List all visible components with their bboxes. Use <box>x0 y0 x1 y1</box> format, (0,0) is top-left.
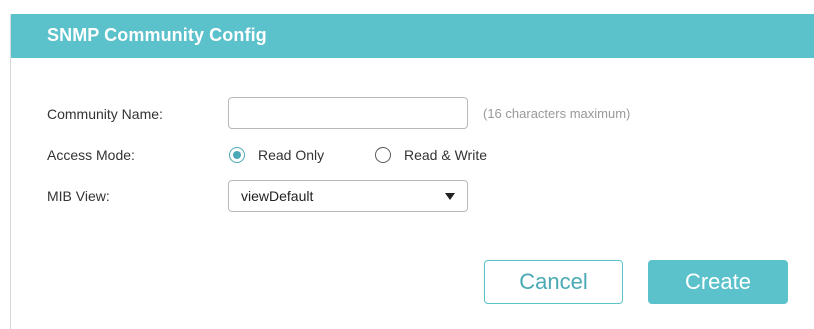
radio-dot-icon <box>233 151 241 159</box>
dialog-header: SNMP Community Config <box>11 14 814 58</box>
read-only-radio[interactable]: Read Only <box>229 145 324 165</box>
community-name-input[interactable] <box>228 97 468 129</box>
mib-view-label: MIB View: <box>47 188 110 204</box>
snmp-community-dialog: SNMP Community Config Community Name: (1… <box>10 14 814 329</box>
community-name-label: Community Name: <box>47 106 163 122</box>
mib-view-select[interactable]: viewDefault <box>228 180 468 212</box>
access-mode-label: Access Mode: <box>47 147 135 163</box>
community-name-hint: (16 characters maximum) <box>483 106 631 121</box>
read-write-label: Read & Write <box>404 147 487 163</box>
read-write-radio[interactable]: Read & Write <box>375 145 487 165</box>
read-only-label: Read Only <box>258 147 325 163</box>
mib-view-value: viewDefault <box>241 188 314 204</box>
cancel-button[interactable]: Cancel <box>484 260 623 304</box>
dropdown-arrow-icon <box>445 192 455 200</box>
radio-checked-icon <box>229 147 245 163</box>
dialog-title: SNMP Community Config <box>47 25 267 45</box>
radio-unchecked-icon <box>375 147 391 163</box>
create-button[interactable]: Create <box>648 260 788 304</box>
